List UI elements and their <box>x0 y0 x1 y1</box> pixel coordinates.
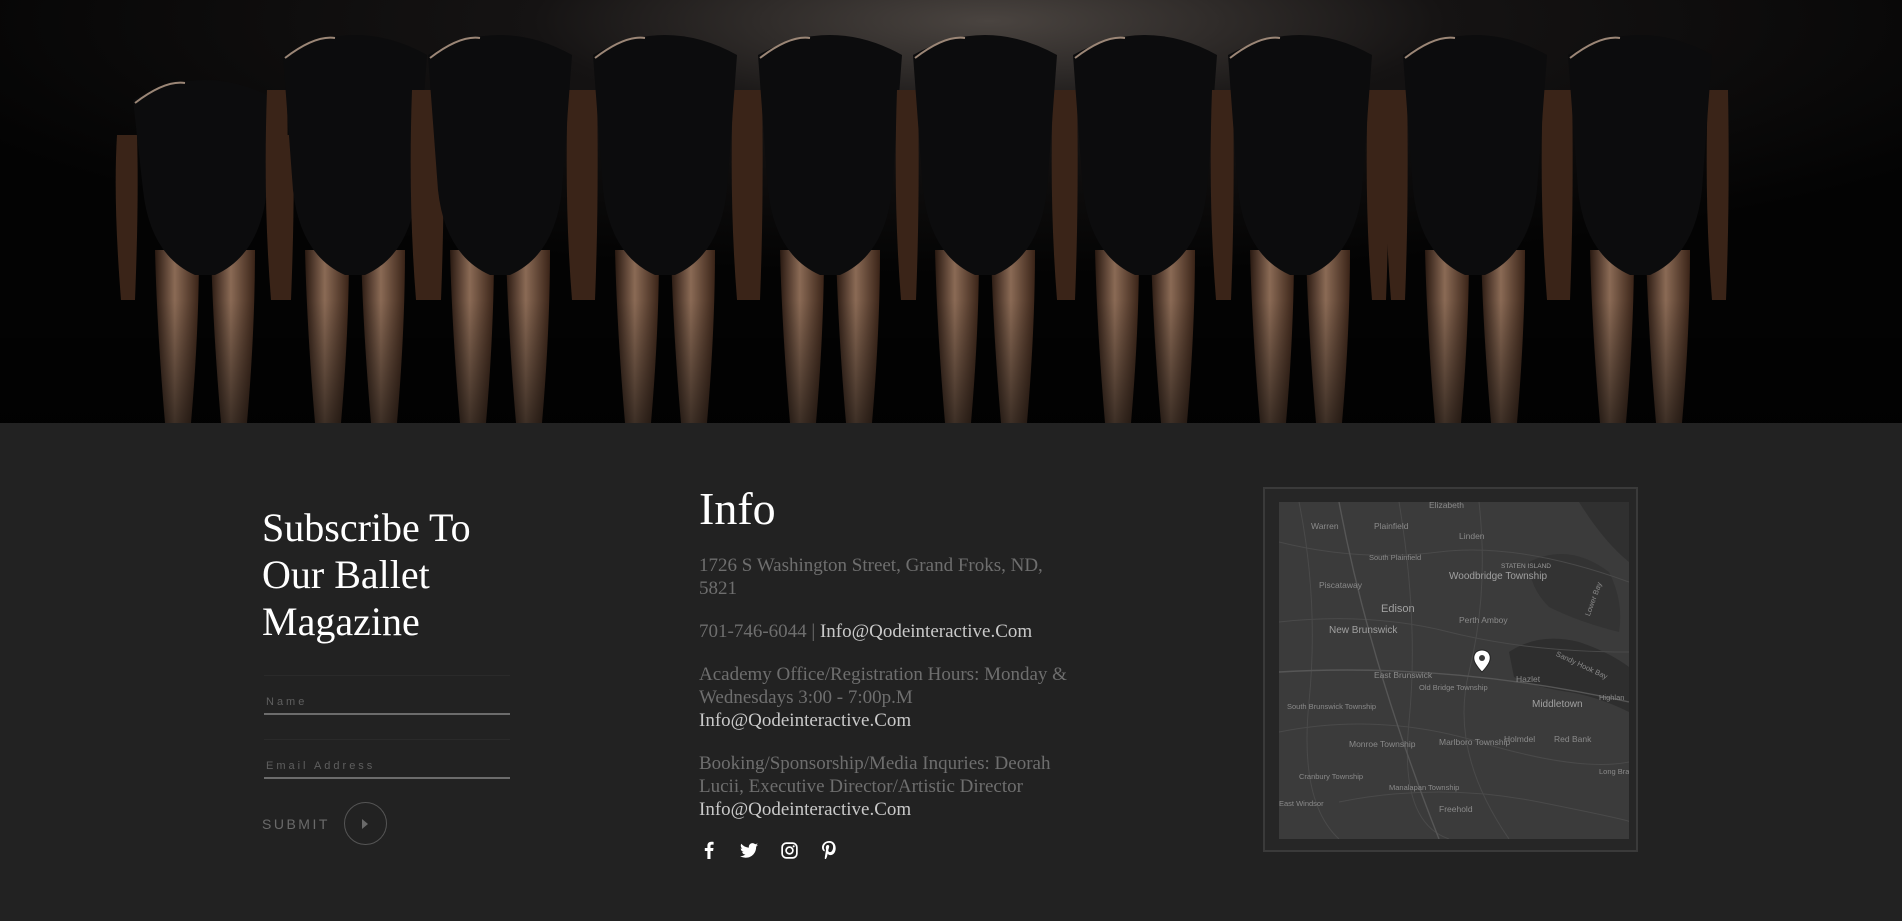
map-label: Elizabeth <box>1429 502 1464 510</box>
map-label: Holmdel <box>1504 734 1535 744</box>
booking-email-link[interactable]: Info@Qodeinteractive.Com <box>699 799 911 820</box>
map-label: New Brunswick <box>1329 625 1398 636</box>
address-text: 1726 S Washington Street, Grand Froks, N… <box>699 555 1043 599</box>
booking-block: Booking/Sponsorship/Media Inquries: Deor… <box>699 752 1079 821</box>
map-label: Hazlet <box>1516 674 1541 684</box>
phone-text: 701-746-6044 <box>699 621 807 642</box>
map-label: Edison <box>1381 603 1415 615</box>
map-label: Long Bra <box>1599 767 1629 776</box>
map-label: East Windsor <box>1279 799 1324 808</box>
name-field-wrapper <box>264 675 510 715</box>
map-frame: Elizabeth Warren Plainfield Linden South… <box>1263 487 1638 852</box>
subscribe-title: Subscribe To Our Ballet Magazine <box>262 505 471 644</box>
map-label: Linden <box>1459 531 1485 541</box>
map-label: Warren <box>1311 521 1339 531</box>
email-link[interactable]: Info@Qodeinteractive.Com <box>820 621 1032 642</box>
location-map[interactable]: Elizabeth Warren Plainfield Linden South… <box>1279 502 1629 839</box>
instagram-icon[interactable] <box>779 840 799 860</box>
phone-separator: | <box>806 621 820 642</box>
map-label: Woodbridge Township <box>1449 571 1547 582</box>
info-title: Info <box>699 483 776 534</box>
submit-button[interactable]: SUBMIT <box>262 802 387 845</box>
map-label: Manalapan Township <box>1389 783 1459 792</box>
map-label: Perth Amboy <box>1459 615 1508 625</box>
submit-circle <box>343 802 387 845</box>
play-arrow-icon <box>362 818 369 829</box>
map-label: Monroe Township <box>1349 739 1416 749</box>
map-label: STATEN ISLAND <box>1501 563 1551 570</box>
twitter-icon[interactable] <box>739 840 759 860</box>
map-label: Highlan <box>1599 693 1624 702</box>
map-label: Plainfield <box>1374 521 1409 531</box>
pinterest-icon[interactable] <box>819 840 839 860</box>
map-label: Marlboro Township <box>1439 737 1510 747</box>
map-label: Red Bank <box>1554 734 1592 744</box>
email-input[interactable] <box>264 740 510 777</box>
facebook-icon[interactable] <box>699 840 719 860</box>
map-label: Piscataway <box>1319 580 1363 590</box>
map-label: South Brunswick Township <box>1287 702 1376 711</box>
map-label: Middletown <box>1532 699 1583 710</box>
map-label: South Plainfield <box>1369 553 1421 562</box>
map-label: Cranbury Township <box>1299 772 1363 781</box>
hours-block: Academy Office/Registration Hours: Monda… <box>699 663 1079 732</box>
hero-dancers-image <box>0 0 1902 423</box>
map-label: Old Bridge Township <box>1419 683 1488 692</box>
hours-text: Academy Office/Registration Hours: Monda… <box>699 664 1067 708</box>
submit-label: SUBMIT <box>262 815 330 832</box>
hours-email-link[interactable]: Info@Qodeinteractive.Com <box>699 710 911 731</box>
booking-text: Booking/Sponsorship/Media Inquries: Deor… <box>699 753 1051 797</box>
contact-line: 701-746-6044 | Info@Qodeinteractive.Com <box>699 620 1079 643</box>
name-input[interactable] <box>264 676 510 713</box>
footer: Subscribe To Our Ballet Magazine SUBMIT … <box>0 423 1902 921</box>
map-label: East Brunswick <box>1374 670 1433 680</box>
email-field-wrapper <box>264 739 510 779</box>
social-links <box>699 840 839 860</box>
map-label: Freehold <box>1439 804 1473 814</box>
